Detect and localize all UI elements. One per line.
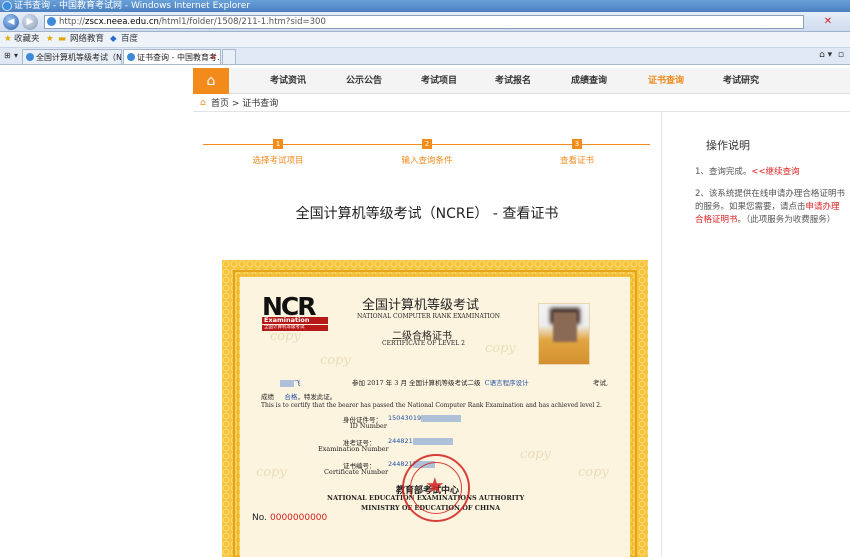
favorites-button[interactable]: 收藏夹 xyxy=(14,32,40,47)
site-nav: ⌂ 考试资讯 公示公告 考试项目 考试报名 成绩查询 证书查询 考试研究 xyxy=(193,68,850,94)
result-line: 成绩 合格，特发此证。 xyxy=(261,393,337,401)
add-favorite-icon[interactable]: ★ xyxy=(46,32,54,47)
id-label-en: ID Number xyxy=(350,422,387,430)
nav-item-score-query[interactable]: 成绩查询 xyxy=(559,68,619,94)
home-menu-icon[interactable]: ⌂ ▾ ▫ xyxy=(819,48,844,63)
nav-item-notices[interactable]: 公示公告 xyxy=(334,68,394,94)
favorites-star-icon: ★ xyxy=(4,34,12,44)
sidebar-item-continue: 1、查询完成。<<继续查询 xyxy=(695,166,845,179)
tab-cert-query[interactable]: 证书查询 - 中国教育考... ✕ xyxy=(123,49,221,64)
watermark: copy xyxy=(485,341,516,356)
sidebar-item-apply: 2、该系统提供在线申请办理合格证明书的服务。如果您需要，请点击申请办理合格证明书… xyxy=(695,188,845,227)
logo-sub: 全国计算机等级考试 xyxy=(262,325,328,331)
seal-star-icon: ★ xyxy=(425,474,445,499)
favorites-bar: ★ 收藏夹 ★ ▬ 网络教育 ◆ 百度 xyxy=(0,32,850,48)
browser-title-bar: 证书查询 - 中国教育考试网 - Windows Internet Explor… xyxy=(0,0,850,12)
tab-ncre[interactable]: 全国计算机等级考试（NC... xyxy=(22,49,122,64)
watermark: copy xyxy=(578,465,609,480)
nav-item-registration[interactable]: 考试报名 xyxy=(483,68,543,94)
step-1-number: 1 xyxy=(273,139,283,149)
address-bar: ◀ ▶ http://zscx.neea.edu.cn/html1/folder… xyxy=(0,12,850,32)
back-button[interactable]: ◀ xyxy=(3,14,19,30)
breadcrumb-home-icon: ⌂ xyxy=(200,98,206,108)
tab-label: 全国计算机等级考试（NC... xyxy=(36,53,122,62)
breadcrumb: ⌂ 首页 > 证书查询 xyxy=(200,97,278,111)
step-2-label[interactable]: 输入查询条件 xyxy=(377,154,477,166)
cert-label-en: Certificate Number xyxy=(324,468,389,476)
nav-item-cert-query[interactable]: 证书查询 xyxy=(636,68,696,94)
nav-item-research[interactable]: 考试研究 xyxy=(711,68,771,94)
cert-serial-number: 0000000000 xyxy=(270,513,328,523)
page-title: 全国计算机等级考试（NCRE） - 查看证书 xyxy=(295,206,559,222)
url-prefix: http:// xyxy=(59,17,86,27)
fav-link-0[interactable]: 网络教育 xyxy=(70,32,104,47)
exam-sentence: 参加 2017 年 3 月 全国计算机等级考试二级 C语言程序设计 xyxy=(352,379,529,387)
fav-link-1[interactable]: 百度 xyxy=(121,32,138,47)
name-redaction xyxy=(280,379,294,387)
page-icon xyxy=(47,17,56,26)
step-3-number: 3 xyxy=(572,139,582,149)
certificate-image: copy copy copy copy copy copy NCR Examin… xyxy=(222,260,648,557)
tab-page-icon xyxy=(127,53,135,61)
cert-title-cn: 全国计算机等级考试 xyxy=(362,298,480,313)
id-redaction xyxy=(421,414,462,422)
url-input[interactable]: http://zscx.neea.edu.cn/html1/folder/150… xyxy=(44,15,804,29)
cert-no-label: No. xyxy=(252,513,267,523)
holder-name: 飞 xyxy=(280,377,301,387)
exam-redaction xyxy=(412,437,453,445)
english-statement: This is to certify that the bearer has p… xyxy=(261,402,602,409)
breadcrumb-divider xyxy=(193,111,850,112)
new-tab-button[interactable] xyxy=(222,49,236,64)
breadcrumb-separator: > xyxy=(229,99,243,109)
sidebar-item2-suffix: 。（此项服务为收费服务） xyxy=(737,215,836,225)
exam-sentence-end: 考试, xyxy=(593,379,609,387)
url-path: /html1/folder/1508/211-1.htm?sid=300 xyxy=(158,17,326,27)
nav-item-exam-projects[interactable]: 考试项目 xyxy=(409,68,469,94)
watermark: copy xyxy=(256,465,287,480)
folder-icon: ▬ xyxy=(58,34,67,44)
tab-label: 证书查询 - 中国教育考... xyxy=(137,53,221,62)
continue-query-link[interactable]: <<继续查询 xyxy=(751,167,799,177)
exam-label-en: Examination Number xyxy=(318,445,389,453)
sidebar-item1-text: 1、查询完成。 xyxy=(695,167,752,177)
tab-list-chevron-icon[interactable]: ▾ xyxy=(14,48,18,63)
refresh-stop-icon[interactable]: ✕ xyxy=(810,15,846,29)
official-seal: ★ xyxy=(402,454,470,522)
breadcrumb-home[interactable]: 首页 xyxy=(211,99,229,109)
watermark: copy xyxy=(320,353,351,368)
quick-tabs-icon[interactable]: ⊞ xyxy=(4,48,11,63)
ie-logo-icon xyxy=(2,1,12,11)
window-title: 证书查询 - 中国教育考试网 - Windows Internet Explor… xyxy=(14,1,251,11)
sidebar-divider xyxy=(661,112,662,557)
id-value: 15043019 xyxy=(388,414,462,422)
breadcrumb-current: 证书查询 xyxy=(242,99,279,109)
exam-value: 244821 xyxy=(388,437,453,445)
step-2-number: 2 xyxy=(422,139,432,149)
cert-title-en: NATIONAL COMPUTER RANK EXAMINATION xyxy=(357,313,501,320)
url-host: zscx.neea.edu.cn xyxy=(85,17,159,27)
baidu-icon: ◆ xyxy=(110,34,117,44)
nav-item-exam-news[interactable]: 考试资讯 xyxy=(258,68,318,94)
forward-button[interactable]: ▶ xyxy=(22,14,38,30)
step-1-label[interactable]: 选择考试项目 xyxy=(228,154,328,166)
photo xyxy=(538,303,590,365)
logo-exam: Examination xyxy=(262,317,328,324)
sidebar-title: 操作说明 xyxy=(706,139,750,152)
tab-page-icon xyxy=(26,53,34,61)
step-3-label: 查看证书 xyxy=(559,156,594,166)
cert-level-en: CERTIFICATE OF LEVEL 2 xyxy=(382,340,465,347)
home-icon[interactable]: ⌂ xyxy=(193,68,229,94)
ncre-logo: NCR Examination 全国计算机等级考试 xyxy=(262,294,328,332)
watermark: copy xyxy=(520,447,551,462)
close-tab-icon[interactable]: ✕ xyxy=(210,50,217,64)
tab-bar: ⊞ ▾ 全国计算机等级考试（NC... 证书查询 - 中国教育考... ✕ ⌂ … xyxy=(0,48,850,65)
